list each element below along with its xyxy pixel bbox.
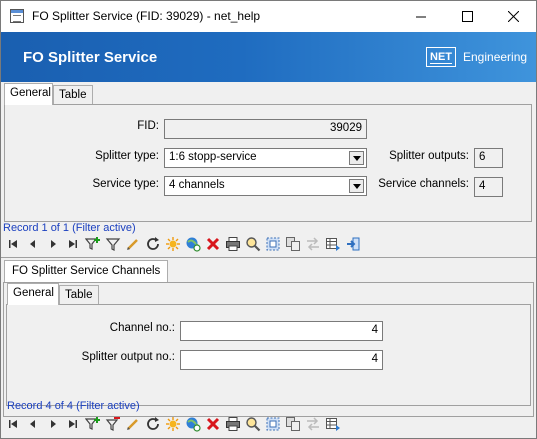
select-area-icon[interactable] [263,234,283,254]
splitter-type-label: Splitter type: [95,150,159,162]
service-channels-field: 4 [474,177,503,197]
globe-sync-icon[interactable] [183,414,203,434]
refresh-icon[interactable] [143,234,163,254]
main-toolbar [3,234,363,254]
filter-icon[interactable] [103,234,123,254]
print-icon[interactable] [223,234,243,254]
channel-no-label: Channel no.: [109,322,175,334]
section-divider [1,257,536,258]
arrows-icon[interactable] [303,414,323,434]
filter-remove-icon[interactable] [103,414,123,434]
edit-icon[interactable] [123,414,143,434]
subform-title-tab[interactable]: FO Splitter Service Channels [4,260,169,282]
copy-icon[interactable] [283,234,303,254]
tab-table[interactable]: Table [53,85,93,105]
subform-general-panel: Channel no.: 4 Splitter output no.: 4 [6,304,531,406]
splitter-type-value: 1:6 stopp-service [169,151,257,163]
arrows-icon[interactable] [303,234,323,254]
main-tabstrip: General Table [4,83,204,105]
splitter-type-select[interactable]: 1:6 stopp-service [164,148,367,168]
chevron-down-icon[interactable] [349,179,364,193]
channel-no-field[interactable]: 4 [180,321,383,341]
refresh-icon[interactable] [143,414,163,434]
tab-general[interactable]: General [4,83,53,105]
maximize-button[interactable] [444,1,490,32]
main-general-panel: FID: 39029 Splitter type: 1:6 stopp-serv… [4,104,532,222]
minimize-icon [415,16,426,18]
zoom-icon[interactable] [243,414,263,434]
fid-label: FID: [137,120,159,132]
new-record-icon[interactable] [163,414,183,434]
minimize-button[interactable] [398,1,444,32]
zoom-icon[interactable] [243,234,263,254]
subform-toolbar [3,414,343,434]
next-record-icon[interactable] [43,414,63,434]
subform-tabstrip: General Table [7,283,207,305]
service-channels-label: Service channels: [378,178,469,190]
table-export-icon[interactable] [323,414,343,434]
first-record-icon[interactable] [3,234,23,254]
maximize-icon [461,11,473,22]
subform-tab-table[interactable]: Table [59,285,99,305]
fid-field: 39029 [164,119,367,139]
filter-add-icon[interactable] [83,414,103,434]
copy-icon[interactable] [283,414,303,434]
edit-icon[interactable] [123,234,143,254]
next-record-icon[interactable] [43,234,63,254]
main-record-status: Record 1 of 1 (Filter active) [3,222,136,234]
previous-record-icon[interactable] [23,414,43,434]
globe-sync-icon[interactable] [183,234,203,254]
banner-title: FO Splitter Service [23,49,158,66]
subform-tab-general[interactable]: General [7,283,59,305]
splitter-output-no-label: Splitter output no.: [81,351,175,363]
subform-container: General Table Channel no.: 4 Splitter ou… [3,282,534,417]
splitter-output-no-field[interactable]: 4 [180,350,383,370]
delete-icon[interactable] [203,234,223,254]
logo-text: Engineering [463,50,528,64]
filter-add-icon[interactable] [83,234,103,254]
window-title: FO Splitter Service (FID: 39029) - net_h… [32,9,261,23]
last-record-icon[interactable] [63,234,83,254]
print-icon[interactable] [223,414,243,434]
close-icon [507,11,519,22]
logo-mark: NET [426,47,456,67]
splitter-outputs-label: Splitter outputs: [389,150,469,162]
close-button[interactable] [490,1,536,32]
subform-record-status: Record 4 of 4 (Filter active) [7,400,140,412]
app-icon [10,9,24,23]
title-bar: FO Splitter Service (FID: 39029) - net_h… [1,1,536,32]
table-export-icon[interactable] [323,234,343,254]
previous-record-icon[interactable] [23,234,43,254]
header-banner: FO Splitter Service NET Engineering [1,32,536,82]
service-type-label: Service type: [92,178,159,190]
select-area-icon[interactable] [263,414,283,434]
exit-icon[interactable] [343,234,363,254]
first-record-icon[interactable] [3,414,23,434]
service-type-select[interactable]: 4 channels [164,176,367,196]
app-window: FO Splitter Service (FID: 39029) - net_h… [0,0,537,439]
splitter-outputs-field: 6 [474,148,503,168]
service-type-value: 4 channels [169,179,225,191]
chevron-down-icon[interactable] [349,151,364,165]
delete-icon[interactable] [203,414,223,434]
last-record-icon[interactable] [63,414,83,434]
new-record-icon[interactable] [163,234,183,254]
